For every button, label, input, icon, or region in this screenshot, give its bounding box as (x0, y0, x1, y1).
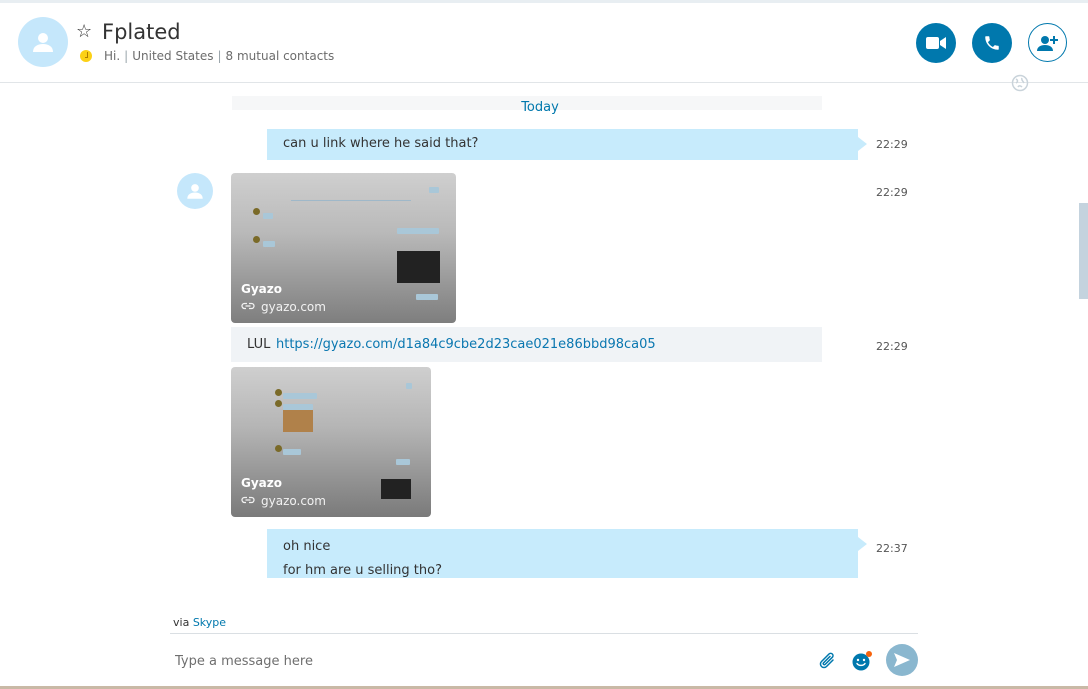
preview-domain: gyazo.com (241, 300, 326, 314)
smiley-icon (852, 651, 872, 671)
thumbnail-bubble (406, 383, 412, 389)
link-preview-card[interactable]: Gyazo gyazo.com (231, 367, 431, 517)
via-service-link[interactable]: Skype (193, 616, 226, 629)
outgoing-message[interactable]: can u link where he said that? (267, 129, 867, 160)
video-camera-icon (926, 37, 946, 49)
paperclip-icon (819, 652, 834, 669)
thumbnail-bubble (416, 294, 438, 300)
contact-location: United States (132, 49, 214, 63)
thumbnail-image (381, 479, 411, 499)
thumbnail-bubble (263, 241, 275, 247)
mood-message: Hi. (104, 49, 121, 63)
translator-globe-icon[interactable] (1011, 74, 1029, 92)
preview-domain-text: gyazo.com (261, 300, 326, 314)
video-call-button[interactable] (916, 23, 956, 63)
add-person-icon (1036, 35, 1058, 51)
message-timestamp: 22:37 (876, 542, 908, 555)
person-icon (187, 184, 203, 199)
emoticon-button[interactable] (851, 650, 873, 672)
sender-avatar[interactable] (177, 173, 213, 209)
message-text: LUL (247, 337, 271, 352)
message-link[interactable]: https://gyazo.com/d1a84c9cbe2d23cae021e8… (276, 337, 656, 352)
link-preview-card[interactable]: Gyazo gyazo.com (231, 173, 456, 323)
mutual-contacts-link[interactable]: 8 mutual contacts (226, 49, 335, 63)
message-text: for hm are u selling tho? (283, 563, 442, 578)
contact-meta: Hi. | United States | 8 mutual contacts (104, 49, 335, 63)
thumbnail-bubble (283, 449, 301, 455)
compose-divider (170, 633, 918, 634)
thumbnail-image (283, 410, 313, 432)
contact-avatar[interactable] (18, 17, 68, 67)
date-divider: Today (0, 100, 1088, 115)
conversation-header: ☆ Fplated Hi. | United States | 8 mutual con… (0, 3, 1088, 83)
thumbnail-avatar (275, 400, 282, 407)
message-input[interactable] (173, 648, 797, 674)
add-people-button[interactable] (1028, 23, 1067, 62)
message-text: oh nice (283, 539, 331, 554)
thumbnail-divider (291, 200, 411, 201)
message-timestamp: 22:29 (876, 340, 908, 353)
preview-domain-text: gyazo.com (261, 494, 326, 508)
send-arrow-icon (894, 653, 910, 667)
preview-title: Gyazo (241, 282, 282, 296)
preview-domain: gyazo.com (241, 494, 326, 508)
thumbnail-bubble (397, 228, 439, 234)
thumbnail-bubble (263, 213, 273, 219)
outgoing-message[interactable]: oh nice for hm are u selling tho? (267, 529, 867, 578)
thumbnail-bubble (396, 459, 410, 465)
via-label: via Skype (173, 616, 226, 629)
phone-icon (985, 36, 999, 50)
thumbnail-avatar (253, 236, 260, 243)
attach-button[interactable] (818, 650, 838, 672)
person-icon (33, 33, 53, 52)
thumbnail-avatar (253, 208, 260, 215)
thumbnail-avatar (275, 445, 282, 452)
thumbnail-bubble (429, 187, 439, 193)
chat-scrollbar[interactable] (1079, 203, 1088, 299)
message-text: can u link where he said that? (283, 136, 479, 151)
away-clock-icon (80, 50, 92, 62)
link-icon (241, 302, 255, 310)
message-timestamp: 22:29 (876, 138, 908, 151)
preview-title: Gyazo (241, 476, 282, 490)
send-button[interactable] (886, 644, 918, 676)
star-icon[interactable]: ☆ (76, 22, 92, 42)
message-timestamp: 22:29 (876, 186, 908, 199)
date-divider-label: Today (521, 100, 559, 115)
incoming-message[interactable]: LUL https://gyazo.com/d1a84c9cbe2d23cae0… (231, 327, 822, 362)
thumbnail-avatar (275, 389, 282, 396)
contact-name[interactable]: Fplated (102, 20, 181, 44)
via-prefix: via (173, 616, 190, 629)
link-icon (241, 496, 255, 504)
audio-call-button[interactable] (972, 23, 1012, 63)
thumbnail-image (397, 251, 440, 283)
thumbnail-bubble (283, 393, 317, 399)
